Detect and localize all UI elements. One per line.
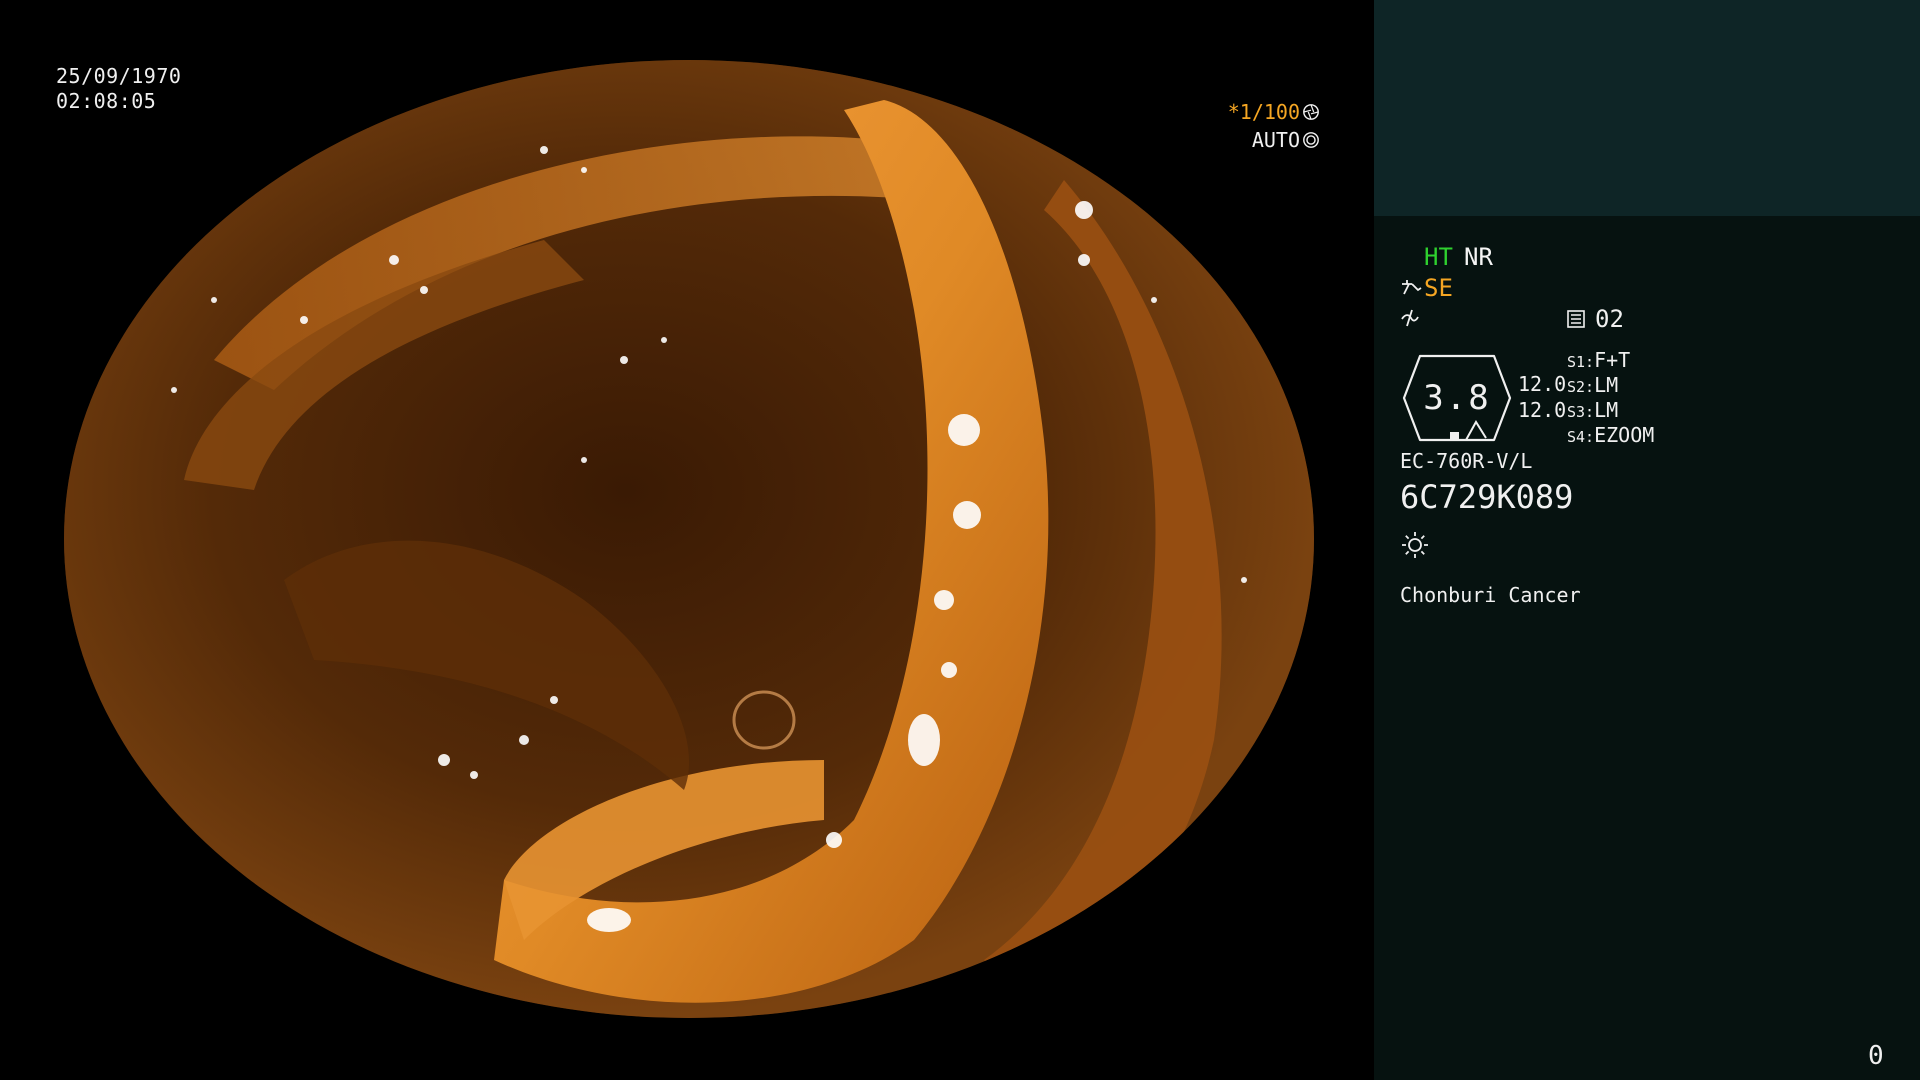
date-time-readout: 25/09/1970 02:08:05 — [56, 64, 181, 114]
endoscopic-image — [64, 60, 1314, 1018]
sun-icon — [1402, 532, 1428, 558]
switch-value: EZOOM — [1594, 423, 1655, 447]
switch-value: LM — [1594, 373, 1619, 397]
image-top-mask — [0, 0, 1374, 60]
switch-key: S1: — [1567, 353, 1595, 371]
endoscope-video-area: 25/09/1970 02:08:05 *1/100 AUTO — [0, 0, 1374, 1080]
switch-row-s2: S2:LM — [1567, 373, 1618, 399]
scope-serial-number: 6C729K089 — [1400, 478, 1574, 516]
exposure-readout: *1/100 AUTO — [1180, 98, 1320, 154]
time-text: 02:08:05 — [56, 89, 157, 113]
gauge-reading-1: 12.0 — [1518, 372, 1567, 396]
gauge-reading-2: 12.0 — [1518, 398, 1567, 422]
nr-indicator: NR — [1464, 243, 1493, 271]
info-panel-header — [1374, 0, 1920, 216]
switch-value: F+T — [1594, 348, 1631, 372]
ht-indicator: HT — [1424, 243, 1453, 271]
switch-row-s1: S1:F+T — [1567, 348, 1630, 374]
memory-card-icon — [1567, 310, 1585, 328]
aperture-icon — [1303, 104, 1319, 120]
exposure-mode-text: AUTO — [1251, 128, 1300, 152]
switch-key: S2: — [1567, 378, 1595, 396]
switch-key: S3: — [1567, 403, 1595, 421]
date-text: 25/09/1970 — [56, 64, 182, 88]
colon-lumen-illustration — [64, 60, 1314, 1018]
switch-row-s4: S4:EZOOM — [1567, 423, 1654, 449]
structure-enhance-icon — [1402, 280, 1422, 295]
info-panel: HT NR SE 02 3.8 12.0 12.0 S1:F+T S2:LM S… — [1374, 0, 1920, 1080]
image-counter: 0 — [1868, 1041, 1884, 1071]
color-mode-icon — [1401, 309, 1419, 327]
shutter-row: *1/100 — [1180, 98, 1320, 126]
se-indicator: SE — [1424, 274, 1453, 302]
iris-icon — [1303, 132, 1319, 148]
hospital-name: Chonburi Cancer — [1400, 583, 1581, 607]
switch-key: S4: — [1567, 428, 1595, 446]
shutter-speed-text: *1/100 — [1227, 100, 1300, 124]
gauge-value: 3.8 — [1423, 378, 1491, 418]
switch-value: LM — [1594, 398, 1619, 422]
memory-number: 02 — [1595, 305, 1624, 333]
exposure-mode-row: AUTO — [1180, 126, 1320, 154]
scope-model: EC-760R-V/L — [1400, 449, 1533, 473]
image-bottom-mask — [0, 1018, 1374, 1080]
switch-row-s3: S3:LM — [1567, 398, 1618, 424]
